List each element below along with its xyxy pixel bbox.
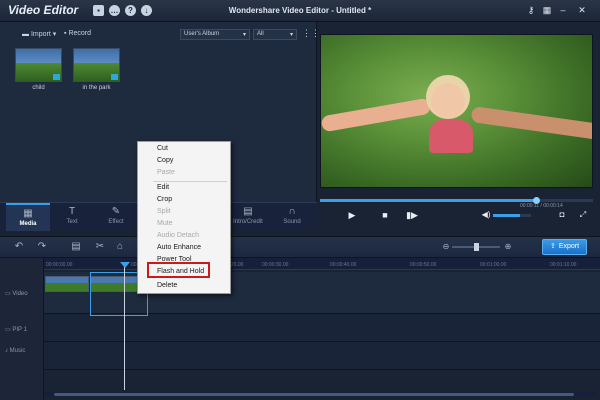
video-preview[interactable] [320,34,593,188]
film-icon: ▦ [23,208,33,219]
stop-icon[interactable]: ■ [379,209,391,221]
record-label: Record [68,30,92,37]
track-labels: ▭ Video ▭ PIP 1 ♪ Music [0,258,44,400]
timeline-scrollbar[interactable] [44,392,596,397]
snapshot-icon[interactable]: ◘ [556,209,568,221]
title-bar: Video Editor ▪ … ? ↓ Wondershare Video E… [0,0,600,22]
tab-label: Intro/Credit [233,219,263,225]
zoom-slider[interactable] [452,243,500,251]
window-title: Wondershare Video Editor - Untitled * [228,6,372,15]
next-frame-icon[interactable]: ▮▶ [406,209,418,221]
tab-effect[interactable]: ✎ Effect [94,203,138,231]
redo-icon[interactable]: ↷ [36,241,48,253]
zoom-out-icon[interactable]: ⊖ [440,241,452,253]
export-icon: ⇪ [549,243,556,250]
ruler-tick: 00:01:00.00 [480,262,507,268]
menu-item-crop[interactable]: Crop [157,196,172,203]
wand-icon: ✎ [111,206,121,217]
media-item-in-the-park[interactable] [73,48,120,82]
headphone-icon: ∩ [288,206,296,217]
view-grid-icon[interactable]: ⋮⋮ [302,28,320,39]
ruler-tick: 00:01:10.00 [550,262,577,268]
media-toolbar: ▬ Import ▾ ▪ Record User's Album ▾ All ▾… [0,28,320,42]
import-label: Import [30,31,51,38]
menu-item-mute[interactable]: Mute [157,220,173,227]
track-label-video: ▭ Video [5,291,28,297]
volume-slider[interactable] [493,214,531,217]
film-icon [53,74,60,80]
album-select-value: User's Album [184,31,220,37]
track-label-text: Video [12,291,28,297]
filter-select-value: All [257,31,264,37]
preview-child-face [431,83,465,119]
media-item-label: child [32,85,45,91]
minimize-icon[interactable]: – [557,4,569,16]
export-label: Export [558,243,580,250]
media-item-label: in the park [82,85,111,91]
close-icon[interactable]: ✕ [576,4,588,16]
track-label-text: PIP 1 [12,327,27,333]
track-label-music: ♪ Music [5,348,26,354]
edit-clip-icon[interactable]: ▤ [70,241,82,253]
folder-icon: ▬ [22,31,31,38]
track-label-text: Music [9,348,26,354]
album-select[interactable]: User's Album ▾ [180,29,250,40]
import-button[interactable]: ▬ Import ▾ [22,30,56,38]
chevron-down-icon: ▾ [242,32,246,38]
ruler-tick: 00:00:50.00 [410,262,437,268]
menu-item-copy[interactable]: Copy [157,157,173,164]
menu-separator [153,181,227,182]
text-icon: T [68,206,76,217]
playhead-marker[interactable] [120,262,130,268]
tab-label: Sound [283,219,301,225]
seek-bar[interactable] [320,197,593,204]
menu-item-audio-detach[interactable]: Audio Detach [157,232,199,239]
undo-icon[interactable]: ↶ [13,241,25,253]
intro-icon: ▤ [243,206,253,217]
volume-fill [493,214,520,217]
key-icon[interactable]: ⚷ [525,4,537,16]
ruler-tick: 00:00:30.00 [262,262,289,268]
scrollbar-thumb[interactable] [54,393,574,396]
flash-and-hold-highlight [147,262,210,278]
music-track[interactable] [44,342,600,370]
seek-bar-fill [320,199,536,202]
tab-intro-credit[interactable]: ▤ Intro/Credit [226,203,270,231]
track-label-pip: ▭ PIP 1 [5,327,27,333]
media-item-child[interactable] [15,48,62,82]
zoom-in-icon[interactable]: ⊕ [502,241,514,253]
tab-text[interactable]: T Text [50,203,94,231]
fullscreen-icon[interactable]: ⤢ [577,209,589,221]
menu-item-delete[interactable]: Delete [157,282,177,289]
timeline-clip-child[interactable] [45,276,89,292]
pip-track[interactable] [44,314,600,342]
preview-child-body [429,119,473,153]
playhead[interactable] [124,262,125,390]
grid-icon[interactable]: ▦ [541,4,553,16]
menu-item-edit[interactable]: Edit [157,184,169,191]
record-button[interactable]: ▪ Record [64,30,91,37]
tab-label: Effect [108,219,124,225]
tab-media[interactable]: ▦ Media [6,203,50,231]
scissors-icon[interactable]: ✂ [94,241,106,253]
tab-label: Media [19,221,37,227]
export-button[interactable]: ⇪ Export [542,239,587,255]
tab-sound[interactable]: ∩ Sound [270,203,314,231]
filter-select[interactable]: All ▾ [253,29,297,40]
ruler-tick: 00:00:00.00 [46,262,73,268]
zoom-knob[interactable] [474,243,479,251]
play-icon[interactable]: ▶ [346,209,358,221]
film-icon [111,74,118,80]
tab-label: Text [66,219,78,225]
trash-icon[interactable]: ⌂ [114,241,126,253]
chevron-down-icon: ▾ [289,32,293,38]
menu-item-paste[interactable]: Paste [157,169,175,176]
menu-item-auto-enhance[interactable]: Auto Enhance [157,244,201,251]
ruler-tick: 00:00:40.00 [330,262,357,268]
menu-item-split[interactable]: Split [157,208,171,215]
volume-icon[interactable]: ◀) [480,209,492,221]
menu-item-cut[interactable]: Cut [157,145,168,152]
